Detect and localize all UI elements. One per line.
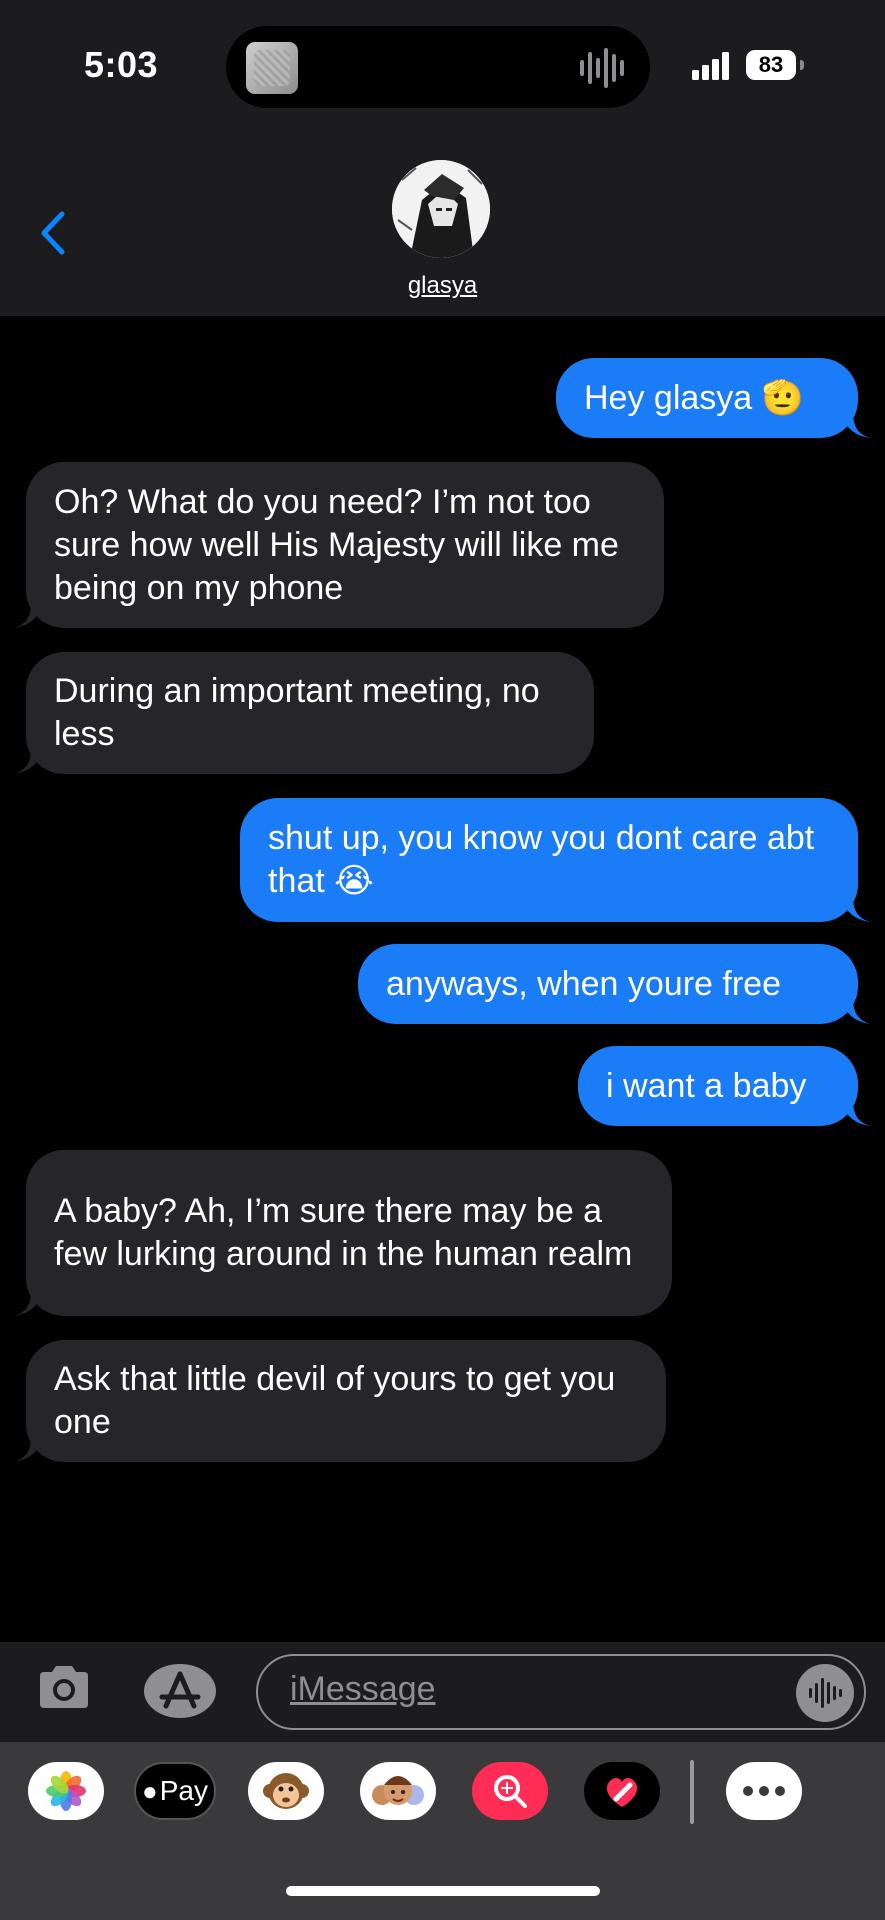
message-text: Oh? What do you need? I’m not too sure h… xyxy=(54,482,619,607)
bubble-tail xyxy=(840,408,870,438)
waveform-icon xyxy=(809,1678,842,1708)
more-apps-button[interactable] xyxy=(726,1762,802,1820)
message-text: i want a baby xyxy=(606,1066,807,1105)
status-time: 5:03 xyxy=(84,44,159,85)
app-store-button[interactable] xyxy=(144,1664,216,1718)
avatar-illustration xyxy=(392,160,490,258)
apple-pay-button[interactable]: ● Pay xyxy=(134,1762,216,1820)
now-playing-artwork xyxy=(246,42,298,94)
bubble-tail xyxy=(840,892,870,922)
contact-name[interactable]: glasya xyxy=(0,272,885,300)
message-bubble-received[interactable]: Oh? What do you need? I’m not too sure h… xyxy=(14,462,664,628)
app-store-icon xyxy=(159,1671,201,1709)
photos-app-button[interactable] xyxy=(28,1762,104,1820)
bubble-tail xyxy=(14,1286,44,1316)
apple-pay-label: Pay xyxy=(159,1775,208,1806)
battery-nub xyxy=(800,60,804,70)
message-bubble-sent[interactable]: shut up, you know you dont care abt that… xyxy=(240,798,870,922)
bubble-tail xyxy=(14,744,44,774)
message-bubble-sent[interactable]: anyways, when youre free xyxy=(358,944,870,1024)
more-icon xyxy=(743,1786,785,1796)
digital-touch-button[interactable] xyxy=(584,1762,660,1820)
message-text: shut up, you know you dont care abt that… xyxy=(268,819,815,900)
digital-touch-heart-icon xyxy=(606,1778,638,1807)
message-bubble-received[interactable]: A baby? Ah, I’m sure there may be a few … xyxy=(14,1150,672,1316)
memoji-button[interactable] xyxy=(360,1762,436,1820)
photos-icon xyxy=(46,1771,86,1811)
message-text: anyways, when youre free xyxy=(386,964,781,1003)
message-bubble-received[interactable]: During an important meeting, no less xyxy=(14,652,594,774)
tray-divider xyxy=(690,1760,694,1824)
message-bubble-sent[interactable]: i want a baby xyxy=(578,1046,870,1126)
message-input-placeholder: iMessage xyxy=(290,1670,436,1708)
animoji-monkey-icon xyxy=(263,1773,309,1809)
bubble-tail xyxy=(14,598,44,628)
message-text: Hey glasya 🫡 xyxy=(584,378,804,417)
camera-icon[interactable] xyxy=(36,1664,92,1710)
message-text: A baby? Ah, I’m sure there may be a few … xyxy=(54,1192,633,1273)
dynamic-island[interactable] xyxy=(226,26,650,108)
back-chevron-icon[interactable] xyxy=(34,208,74,258)
cellular-signal-icon xyxy=(692,52,729,80)
message-bubble-sent[interactable]: Hey glasya 🫡 xyxy=(556,358,870,438)
message-bubble-received[interactable]: Ask that little devil of yours to get yo… xyxy=(14,1340,666,1462)
audio-message-button[interactable] xyxy=(796,1664,854,1722)
battery-indicator: 83 xyxy=(746,50,796,80)
home-indicator[interactable] xyxy=(286,1886,600,1896)
bubble-tail xyxy=(840,1096,870,1126)
message-text: During an important meeting, no less xyxy=(54,672,540,753)
bubble-tail xyxy=(840,994,870,1024)
contact-avatar[interactable] xyxy=(392,160,490,258)
image-search-button[interactable] xyxy=(472,1762,548,1820)
audio-waveform-icon xyxy=(580,48,624,88)
message-text: Ask that little devil of yours to get yo… xyxy=(54,1360,616,1441)
image-search-icon xyxy=(494,1775,527,1808)
animoji-button[interactable] xyxy=(248,1762,324,1820)
memoji-icon xyxy=(372,1776,424,1805)
apple-logo-icon: ● xyxy=(142,1775,158,1806)
bubble-tail xyxy=(14,1432,44,1462)
